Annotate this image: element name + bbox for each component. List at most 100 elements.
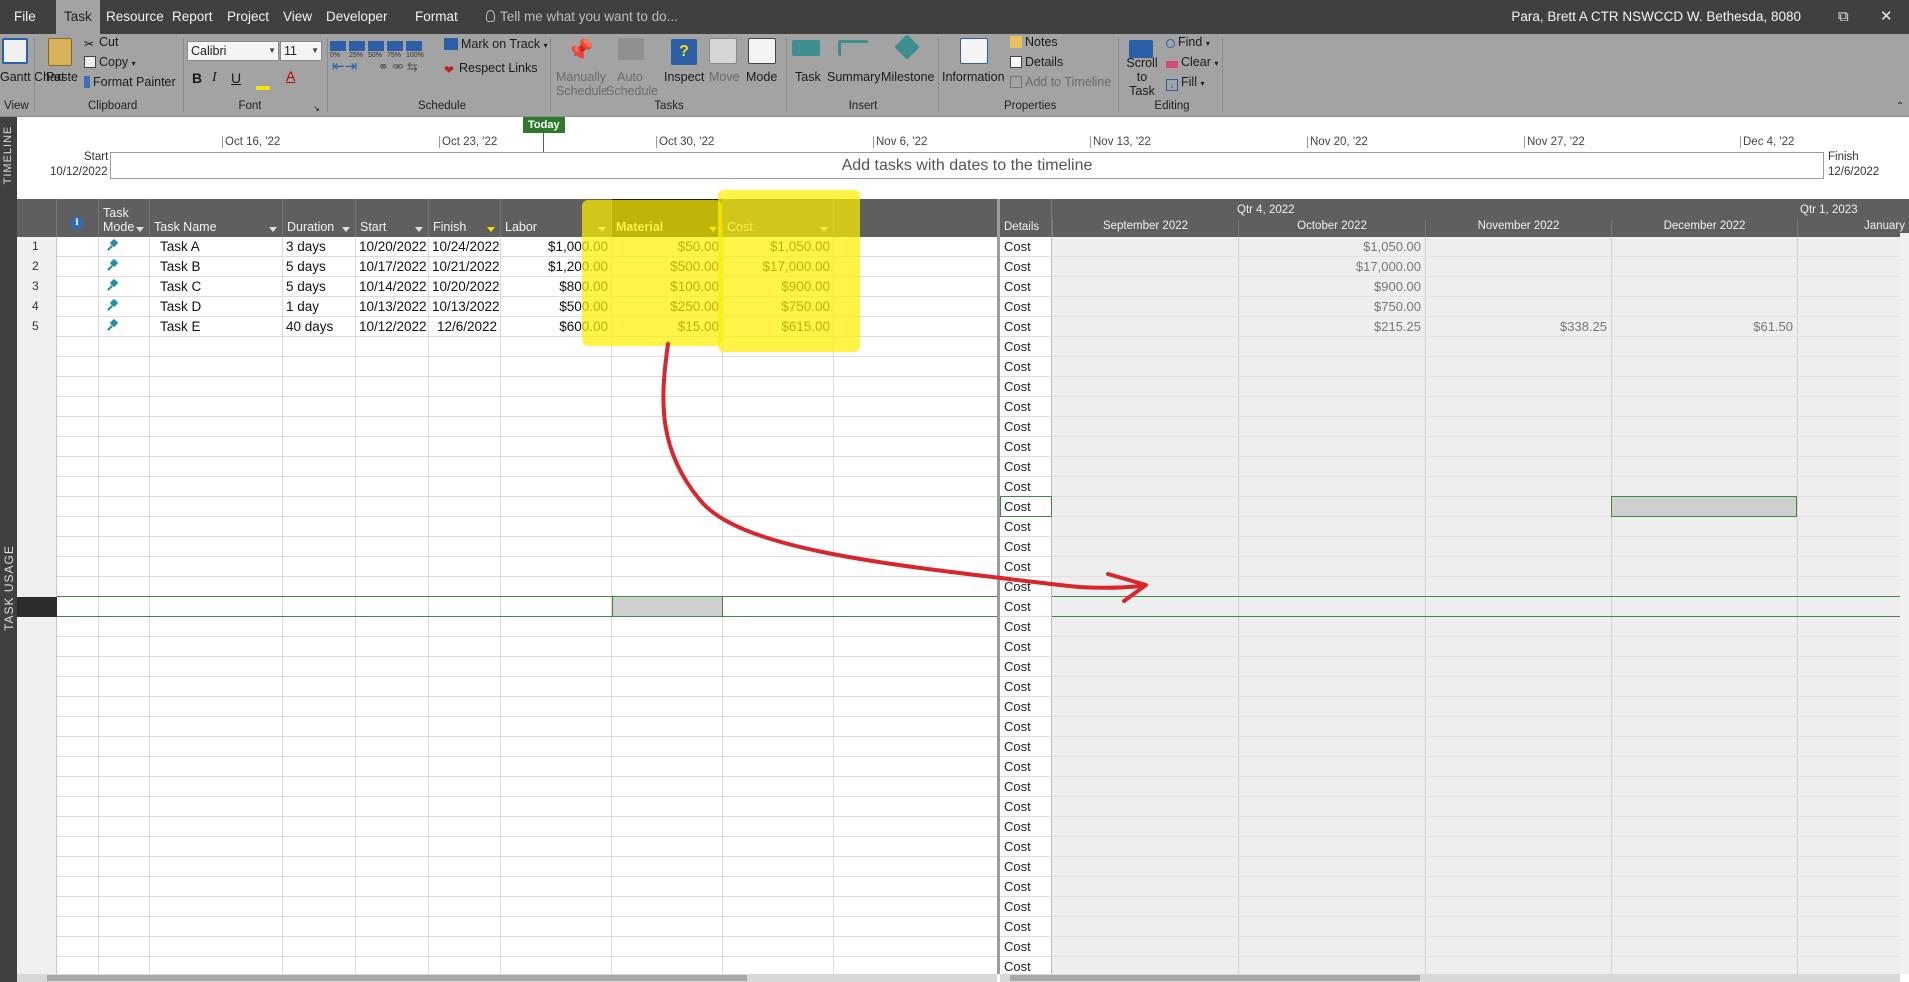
respect-links-button[interactable]: ❤ Respect Links — [444, 61, 538, 77]
name-cell[interactable] — [150, 837, 283, 857]
cost-cell[interactable]: $17,000.00 — [723, 257, 834, 277]
start-cell[interactable] — [356, 857, 429, 877]
finish-cell[interactable] — [429, 617, 501, 637]
mode-button[interactable]: Mode — [746, 70, 777, 84]
row-number[interactable]: 5 — [17, 317, 57, 337]
duration-cell[interactable]: 5 days — [283, 257, 356, 277]
finish-cell[interactable] — [429, 837, 501, 857]
start-cell[interactable] — [356, 437, 429, 457]
finish-cell[interactable] — [429, 497, 501, 517]
detail-cost-label[interactable]: Cost — [1000, 757, 1052, 777]
start-cell[interactable] — [356, 577, 429, 597]
table-row[interactable] — [17, 497, 997, 517]
cost-cell[interactable] — [723, 477, 834, 497]
row-number[interactable] — [17, 477, 57, 497]
usage-cost-value[interactable]: $215.25 — [1271, 317, 1421, 337]
chevron-down-icon[interactable] — [269, 227, 277, 232]
start-cell[interactable]: 10/14/2022 — [356, 277, 429, 297]
finish-cell[interactable] — [429, 337, 501, 357]
row-number[interactable] — [17, 897, 57, 917]
row-number[interactable] — [17, 537, 57, 557]
duration-cell[interactable] — [283, 917, 356, 937]
start-cell[interactable] — [356, 477, 429, 497]
finish-cell[interactable] — [429, 417, 501, 437]
labor-cell[interactable] — [501, 657, 612, 677]
finish-cell[interactable] — [429, 937, 501, 957]
selected-usage-cell[interactable] — [1611, 496, 1797, 517]
highlight-color-button[interactable] — [256, 71, 273, 90]
usage-row[interactable] — [1052, 777, 1909, 797]
finish-cell[interactable]: 10/20/2022 — [429, 277, 501, 297]
task-mode-cell[interactable] — [99, 517, 150, 537]
start-cell[interactable] — [356, 657, 429, 677]
detail-cost-label[interactable]: Cost — [1000, 377, 1052, 397]
table-row[interactable]: 3 Task C5 days 10/14/2022 10/20/2022 $800.00… — [17, 277, 997, 297]
labor-cell[interactable] — [501, 877, 612, 897]
scroll-to-task-button[interactable]: Scroll to Task — [1123, 56, 1161, 98]
auto-schedule-button[interactable]: Auto Schedule — [606, 70, 658, 98]
task-mode-cell[interactable] — [99, 877, 150, 897]
duration-cell[interactable] — [283, 417, 356, 437]
table-row[interactable] — [17, 897, 997, 917]
row-number[interactable]: 3 — [17, 277, 57, 297]
name-cell[interactable] — [150, 337, 283, 357]
clear-button[interactable]: Clear ▾ — [1166, 55, 1218, 71]
task-mode-cell[interactable] — [99, 577, 150, 597]
finish-cell[interactable] — [429, 677, 501, 697]
start-cell[interactable] — [356, 357, 429, 377]
insert-task-button[interactable]: Task — [795, 70, 821, 84]
information-button[interactable]: Information — [942, 70, 1005, 84]
start-cell[interactable] — [356, 797, 429, 817]
start-cell[interactable]: 10/12/2022 — [356, 317, 429, 337]
material-cell[interactable] — [612, 397, 723, 417]
usage-cost-value[interactable]: $1,050.00 — [1271, 237, 1421, 257]
start-cell[interactable] — [356, 337, 429, 357]
table-row[interactable] — [17, 917, 997, 937]
usage-row[interactable] — [1052, 877, 1909, 897]
duration-cell[interactable] — [283, 837, 356, 857]
material-cell[interactable] — [612, 637, 723, 657]
table-row[interactable] — [17, 877, 997, 897]
row-number[interactable]: 1 — [17, 237, 57, 257]
material-cell[interactable] — [612, 837, 723, 857]
menu-task[interactable]: Task — [56, 0, 100, 34]
start-cell[interactable] — [356, 897, 429, 917]
chevron-down-icon[interactable] — [598, 227, 606, 232]
finish-cell[interactable] — [429, 357, 501, 377]
table-row[interactable] — [17, 437, 997, 457]
labor-cell[interactable] — [501, 617, 612, 637]
material-cell[interactable]: $100.00 — [612, 277, 723, 297]
finish-cell[interactable] — [429, 817, 501, 837]
detail-cost-label[interactable]: Cost — [1000, 897, 1052, 917]
row-number[interactable] — [17, 837, 57, 857]
duration-cell[interactable] — [283, 377, 356, 397]
name-cell[interactable]: Task C — [150, 277, 283, 297]
task-mode-cell[interactable] — [99, 937, 150, 957]
usage-row[interactable] — [1052, 477, 1909, 497]
usage-row[interactable] — [1052, 457, 1909, 477]
italic-button[interactable]: I — [212, 71, 217, 85]
task-mode-cell[interactable] — [99, 737, 150, 757]
name-cell[interactable] — [150, 917, 283, 937]
cost-cell[interactable]: $1,050.00 — [723, 237, 834, 257]
restore-window-icon[interactable]: ⧉ — [1838, 0, 1849, 34]
name-cell[interactable] — [150, 637, 283, 657]
task-mode-cell[interactable] — [99, 397, 150, 417]
table-row[interactable] — [17, 577, 997, 597]
duration-cell[interactable] — [283, 897, 356, 917]
labor-cell[interactable] — [501, 377, 612, 397]
detail-cost-label[interactable]: Cost — [1000, 397, 1052, 417]
row-number[interactable] — [17, 497, 57, 517]
row-number[interactable] — [17, 577, 57, 597]
material-cell[interactable] — [612, 917, 723, 937]
cost-cell[interactable] — [723, 457, 834, 477]
task-mode-cell[interactable] — [99, 377, 150, 397]
labor-cell[interactable] — [501, 937, 612, 957]
duration-cell[interactable] — [283, 337, 356, 357]
usage-cost-value[interactable]: $750.00 — [1271, 297, 1421, 317]
task-mode-cell[interactable] — [99, 757, 150, 777]
detail-cost-label[interactable]: Cost — [1000, 797, 1052, 817]
labor-cell[interactable] — [501, 417, 612, 437]
paste-icon[interactable] — [48, 38, 72, 66]
name-cell[interactable] — [150, 557, 283, 577]
